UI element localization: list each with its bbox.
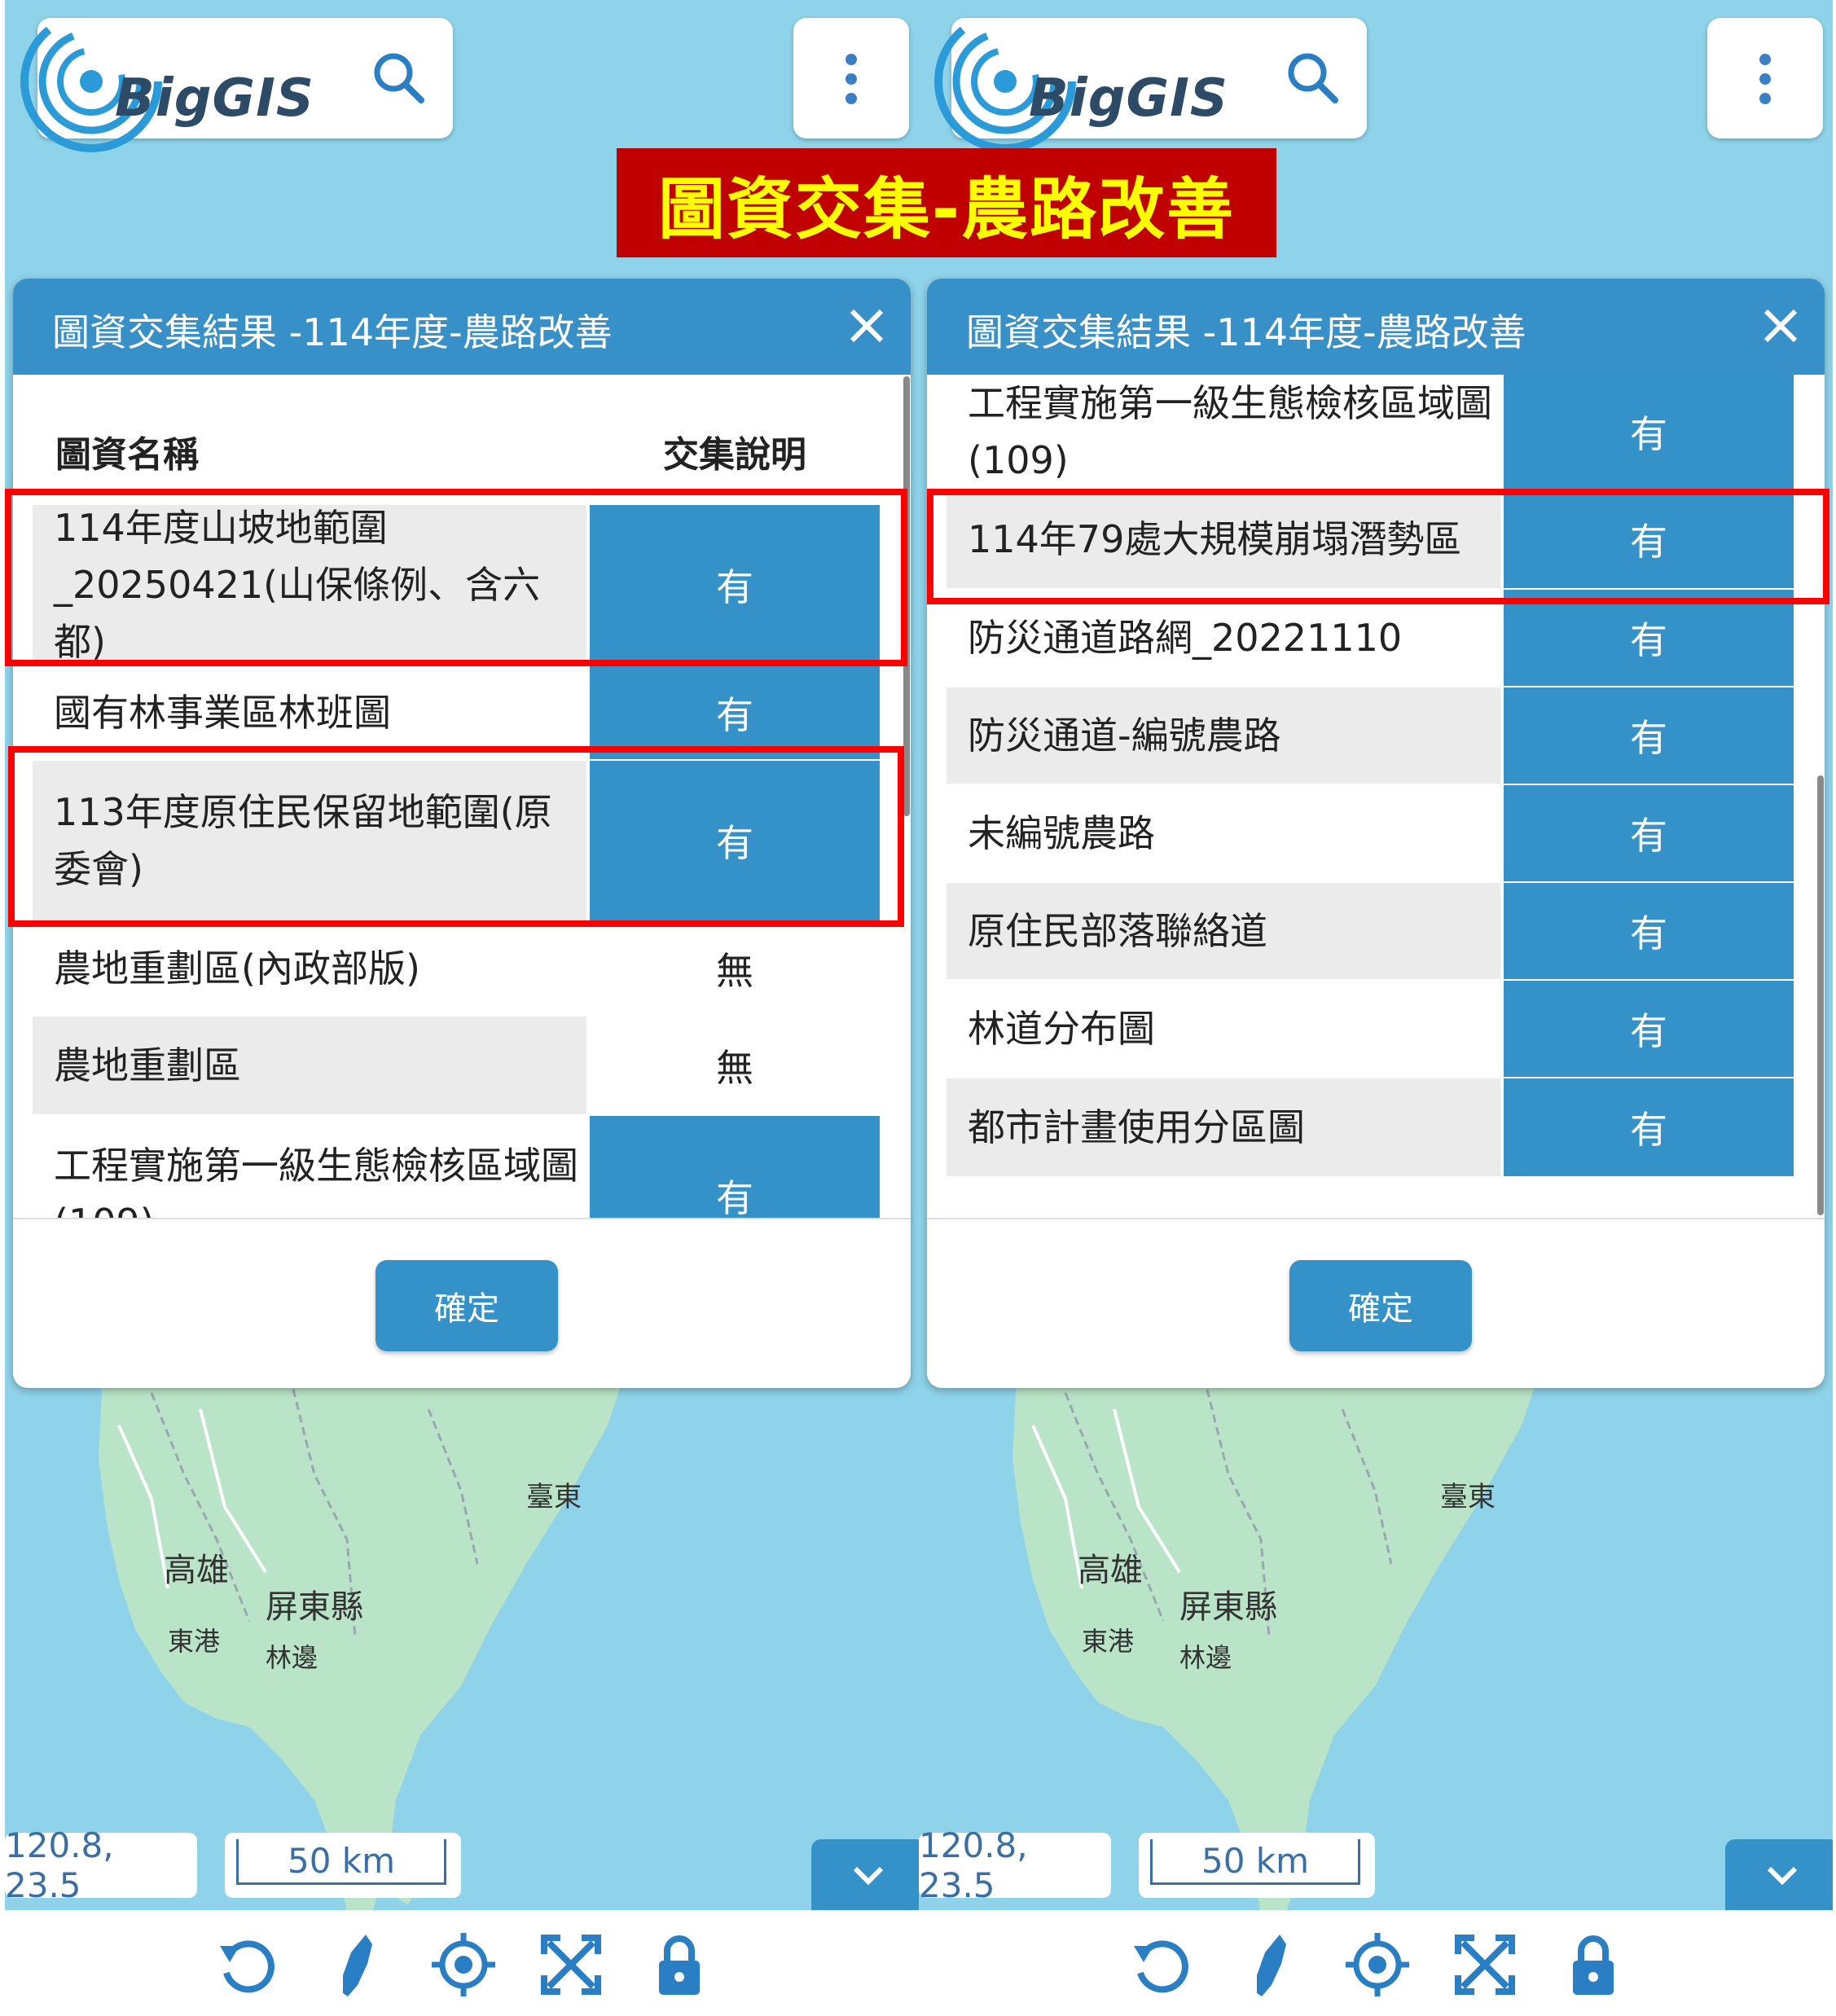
coordinate-readout: 120.8, 23.5 bbox=[919, 1825, 1111, 1905]
dot-icon bbox=[846, 54, 857, 65]
highlight-box bbox=[927, 489, 1829, 604]
left-screen: 臺東 高雄 屏東縣 東港 林邊 BigGIS 圖資交集結果 -114年度-農路改… bbox=[5, 0, 919, 2016]
intersect-value: 有 bbox=[1504, 1078, 1794, 1176]
lock-icon[interactable] bbox=[1557, 1928, 1630, 2001]
divider bbox=[13, 1218, 911, 1219]
close-icon[interactable] bbox=[844, 303, 889, 349]
dot-icon bbox=[846, 93, 857, 104]
banner-title: 圖資交集-農路改善 bbox=[617, 148, 1276, 257]
layer-name: 國有林事業區林班圖 bbox=[54, 691, 391, 735]
reset-icon[interactable] bbox=[210, 1928, 283, 2001]
layer-name: 防災通道-編號農路 bbox=[947, 687, 1500, 784]
dialog-header: 圖資交集結果 -114年度-農路改善 bbox=[927, 279, 1825, 375]
chevron-down-icon bbox=[853, 1866, 884, 1886]
logo-text: BigGIS bbox=[1029, 68, 1228, 129]
intersect-value: 無 bbox=[716, 1046, 753, 1090]
dialog-header: 圖資交集結果 -114年度-農路改善 bbox=[13, 279, 911, 375]
locate-icon[interactable] bbox=[1341, 1928, 1414, 2001]
map-label-taitung: 臺東 bbox=[526, 1481, 582, 1513]
intersection-dialog: 圖資交集結果 -114年度-農路改善 工程實施第一級生態檢核區域圖(109) 有… bbox=[927, 279, 1825, 1388]
layer-name: 農地重劃區 bbox=[33, 1017, 586, 1114]
layer-name: 林道分布圖 bbox=[968, 1007, 1155, 1051]
table-row: 國有林事業區林班圖 有 bbox=[33, 666, 880, 759]
intersect-value: 有 bbox=[1504, 375, 1794, 489]
layer-name: 未編號農路 bbox=[968, 811, 1155, 855]
table-row: 防災通道-編號農路 有 bbox=[947, 687, 1794, 784]
search-icon[interactable] bbox=[1281, 46, 1346, 112]
table-row: 農地重劃區(內政部版) 無 bbox=[33, 922, 880, 1015]
locate-icon[interactable] bbox=[427, 1928, 500, 2001]
more-menu-button[interactable] bbox=[1707, 18, 1823, 138]
scale-bar: 50 km bbox=[225, 1833, 461, 1898]
intersect-value: 有 bbox=[1504, 883, 1794, 979]
table-row: 都市計畫使用分區圖 有 bbox=[947, 1078, 1794, 1176]
map-label-donggang: 東港 bbox=[1082, 1626, 1135, 1657]
intersect-value: 有 bbox=[590, 666, 880, 759]
confirm-button[interactable]: 確定 bbox=[376, 1260, 558, 1351]
scale-label: 50 km bbox=[236, 1839, 446, 1885]
bottom-toolbar bbox=[5, 1910, 919, 2016]
layer-name: 都市計畫使用分區圖 bbox=[947, 1078, 1500, 1176]
coordinate-readout: 120.8, 23.5 bbox=[5, 1825, 197, 1905]
taiwan-icon[interactable] bbox=[318, 1928, 392, 2001]
highlight-box bbox=[5, 489, 907, 666]
table-row: 原住民部落聯絡道 有 bbox=[947, 883, 1794, 979]
layer-name: 工程實施第一級生態檢核區域圖(109) bbox=[54, 1144, 578, 1218]
dot-icon bbox=[1759, 73, 1771, 85]
map-label-pingtung: 屏東縣 bbox=[266, 1588, 363, 1626]
fullscreen-icon[interactable] bbox=[534, 1928, 608, 2001]
intersect-value: 有 bbox=[1504, 687, 1794, 784]
taiwan-icon[interactable] bbox=[1232, 1928, 1306, 2001]
table-row: 未編號農路 有 bbox=[947, 785, 1794, 881]
lock-icon[interactable] bbox=[643, 1928, 716, 2001]
table-row: 工程實施第一級生態檢核區域圖(109) 有 bbox=[947, 375, 1794, 489]
map-label-pingtung: 屏東縣 bbox=[1179, 1588, 1277, 1626]
search-bar[interactable]: BigGIS bbox=[934, 11, 1367, 152]
dialog-title: 圖資交集結果 -114年度-農路改善 bbox=[966, 310, 1526, 354]
table-row: 工程實施第一級生態檢核區域圖(109) 有 bbox=[33, 1116, 880, 1218]
bottom-toolbar bbox=[919, 1910, 1833, 2016]
dot-icon bbox=[1759, 93, 1771, 104]
layer-name: 工程實施第一級生態檢核區域圖(109) bbox=[968, 381, 1492, 482]
map-label-linbian: 林邊 bbox=[266, 1642, 318, 1673]
layer-name: 原住民部落聯絡道 bbox=[947, 883, 1500, 979]
dialog-title: 圖資交集結果 -114年度-農路改善 bbox=[52, 310, 613, 354]
table-row: 農地重劃區 無 bbox=[33, 1017, 880, 1114]
intersect-value: 有 bbox=[1504, 981, 1794, 1077]
divider bbox=[927, 1218, 1825, 1219]
intersect-value: 無 bbox=[716, 949, 753, 993]
intersect-value: 有 bbox=[1504, 785, 1794, 881]
right-screen: 臺東 高雄 屏東縣 東港 林邊 BigGIS 圖資交集結果 -114年度-農路改… bbox=[919, 0, 1833, 2016]
collapse-button[interactable] bbox=[1725, 1839, 1833, 1913]
map-label-kaohsiung: 高雄 bbox=[164, 1552, 229, 1589]
confirm-button[interactable]: 確定 bbox=[1289, 1260, 1472, 1351]
search-bar[interactable]: BigGIS bbox=[20, 11, 453, 152]
more-menu-button[interactable] bbox=[793, 18, 909, 138]
table-row: 林道分布圖 有 bbox=[947, 981, 1794, 1077]
scale-label: 50 km bbox=[1150, 1839, 1360, 1885]
intersect-value: 有 bbox=[590, 1116, 880, 1218]
close-icon[interactable] bbox=[1758, 303, 1803, 349]
scale-bar: 50 km bbox=[1139, 1833, 1375, 1898]
map-label-taitung: 臺東 bbox=[1440, 1481, 1496, 1513]
column-header-name: 圖資名稱 bbox=[55, 434, 199, 476]
layer-name: 農地重劃區(內政部版) bbox=[54, 947, 420, 990]
logo-text: BigGIS bbox=[115, 68, 314, 129]
reset-icon[interactable] bbox=[1124, 1928, 1197, 2001]
column-header-desc: 交集說明 bbox=[663, 434, 806, 476]
highlight-box bbox=[8, 746, 904, 927]
map-label-linbian: 林邊 bbox=[1179, 1642, 1232, 1673]
fullscreen-icon[interactable] bbox=[1448, 1928, 1522, 2001]
dot-icon bbox=[1759, 54, 1771, 65]
map-label-donggang: 東港 bbox=[168, 1626, 221, 1657]
search-icon[interactable] bbox=[367, 46, 433, 112]
map-label-kaohsiung: 高雄 bbox=[1078, 1552, 1143, 1589]
collapse-button[interactable] bbox=[811, 1839, 919, 1913]
chevron-down-icon bbox=[1767, 1866, 1798, 1886]
dot-icon bbox=[846, 73, 857, 85]
